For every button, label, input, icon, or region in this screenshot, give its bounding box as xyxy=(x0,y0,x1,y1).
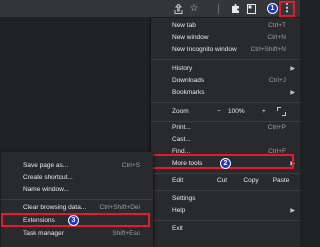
menu-item-shortcut: Shift+Esc xyxy=(112,230,140,237)
submenu-arrow-icon: ▶ xyxy=(290,90,295,96)
menu-item-label: New Incognito window xyxy=(172,46,237,53)
submenu-item-name-window[interactable]: Name window... xyxy=(1,184,153,196)
fullscreen-icon[interactable] xyxy=(277,107,286,116)
more-tools-submenu: Save page as... Ctrl+S Create shortcut..… xyxy=(1,152,153,247)
menu-item-label: Downloads xyxy=(172,77,205,84)
menu-separator xyxy=(151,190,300,191)
menu-item-label: Edit xyxy=(172,177,184,184)
submenu-item-create-shortcut[interactable]: Create shortcut... xyxy=(1,172,153,184)
menu-item-shortcut: Ctrl+J xyxy=(268,77,286,84)
zoom-level: 100% xyxy=(228,108,245,115)
menu-item-help[interactable]: Help ▶ xyxy=(151,205,300,217)
toolbar-divider xyxy=(218,4,219,14)
step-badge-2: 2 xyxy=(220,158,231,169)
step-badge-1: 1 xyxy=(267,3,278,14)
menu-item-label: Help xyxy=(172,207,186,214)
menu-item-label: Cast... xyxy=(172,136,191,143)
menu-item-label: New tab xyxy=(172,22,196,29)
menu-item-label: History xyxy=(172,65,193,72)
menu-item-exit[interactable]: Exit xyxy=(151,223,300,235)
menu-item-history[interactable]: History ▶ xyxy=(151,63,300,75)
menu-item-new-tab[interactable]: New tab Ctrl+T xyxy=(151,20,300,32)
menu-button-highlight xyxy=(279,1,295,17)
step-badge-3: 3 xyxy=(68,215,79,226)
menu-item-label: Create shortcut... xyxy=(23,174,73,181)
menu-item-shortcut: Ctrl+Shift+N xyxy=(250,46,286,53)
zoom-in-button[interactable]: + xyxy=(262,106,266,118)
menu-item-shortcut: Ctrl+P xyxy=(267,124,286,131)
menu-separator xyxy=(1,199,153,200)
menu-item-label: Bookmarks xyxy=(172,89,205,96)
menu-item-label: Settings xyxy=(172,195,196,202)
tab-search-icon[interactable] xyxy=(244,0,258,17)
menu-item-new-window[interactable]: New window Ctrl+N xyxy=(151,32,300,44)
submenu-arrow-icon: ▶ xyxy=(290,66,295,72)
menu-item-label: Exit xyxy=(172,225,183,232)
menu-separator xyxy=(151,220,300,221)
browser-toolbar: ☆ ⋮ xyxy=(0,0,300,17)
menu-separator xyxy=(151,59,300,60)
menu-separator xyxy=(151,173,300,174)
copy-button[interactable]: Copy xyxy=(238,175,264,187)
submenu-item-task-manager[interactable]: Task manager Shift+Esc xyxy=(1,228,153,240)
menu-item-bookmarks[interactable]: Bookmarks ▶ xyxy=(151,87,300,99)
menu-item-settings[interactable]: Settings xyxy=(151,193,300,205)
paste-button[interactable]: Paste xyxy=(268,175,294,187)
menu-separator xyxy=(151,102,300,103)
menu-item-label: Name window... xyxy=(23,186,69,193)
menu-item-label: Zoom xyxy=(172,108,189,115)
menu-item-shortcut: Ctrl+T xyxy=(268,22,286,29)
share-icon[interactable] xyxy=(171,0,185,17)
menu-item-label: New window xyxy=(172,34,209,41)
menu-item-cast[interactable]: Cast... xyxy=(151,134,300,146)
menu-item-shortcut: Ctrl+S xyxy=(121,162,140,169)
bookmark-star-icon[interactable]: ☆ xyxy=(187,0,201,17)
menu-item-edit: Edit Cut Copy Paste xyxy=(151,175,300,187)
menu-item-shortcut: Ctrl+N xyxy=(267,34,286,41)
extensions-puzzle-icon[interactable] xyxy=(228,0,242,17)
cut-button[interactable]: Cut xyxy=(209,175,235,187)
zoom-out-button[interactable]: − xyxy=(217,106,221,118)
menu-item-downloads[interactable]: Downloads Ctrl+J xyxy=(151,75,300,87)
menu-item-label: Save page as... xyxy=(23,162,69,169)
submenu-arrow-icon: ▶ xyxy=(290,208,295,214)
menu-item-label: Task manager xyxy=(23,230,64,237)
browser-main-menu: New tab Ctrl+T New window Ctrl+N New Inc… xyxy=(151,18,300,247)
menu-item-zoom: Zoom − 100% + xyxy=(151,106,300,118)
menu-item-new-incognito-window[interactable]: New Incognito window Ctrl+Shift+N xyxy=(151,44,300,56)
menu-item-label: Print... xyxy=(172,124,191,131)
submenu-item-save-page[interactable]: Save page as... Ctrl+S xyxy=(1,160,153,172)
menu-item-print[interactable]: Print... Ctrl+P xyxy=(151,122,300,134)
